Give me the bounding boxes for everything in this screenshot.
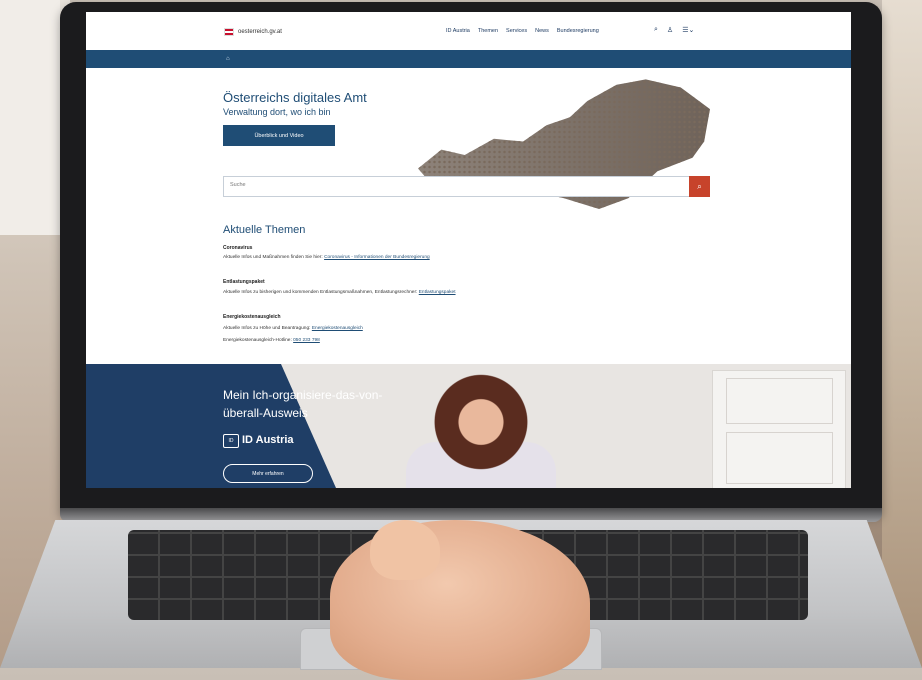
- user-icon[interactable]: ♙: [667, 26, 673, 34]
- laptop-screen: oesterreich.gv.at ID Austria Themen Serv…: [86, 12, 851, 488]
- id-austria-icon: ID: [223, 434, 239, 448]
- topic-link[interactable]: Coronavirus - Informationen der Bundesre…: [324, 255, 430, 260]
- site-logo[interactable]: oesterreich.gv.at: [224, 28, 282, 36]
- search-placeholder: Suche: [230, 182, 246, 188]
- topic-text: Energiekostenausgleich-Hotline: 050 233 …: [223, 338, 320, 343]
- door-panel: [726, 378, 833, 424]
- overview-video-button[interactable]: Überblick und Video: [223, 125, 335, 146]
- topic-heading: Entlastungspaket: [223, 279, 265, 285]
- topic-text: Aktuelle Infos zu Höhe und Beantragung: …: [223, 326, 363, 331]
- search-button[interactable]: ⌕: [689, 176, 710, 197]
- topic-link[interactable]: Energiekostenausgleich: [312, 326, 363, 331]
- topic-heading: Coronavirus: [223, 245, 253, 251]
- door-panel: [726, 432, 833, 484]
- background-wall-right: [882, 0, 922, 668]
- search-icon[interactable]: ⌕: [654, 26, 658, 34]
- nav-themen[interactable]: Themen: [478, 28, 498, 34]
- search-icon: ⌕: [697, 181, 702, 191]
- topic-text: Aktuelle Infos zu bisherigen und kommend…: [223, 290, 456, 295]
- topic-heading: Energiekostenausgleich: [223, 314, 281, 320]
- header-icons: ⌕ ♙ ☰⌄: [654, 26, 694, 34]
- search-input[interactable]: [223, 176, 691, 197]
- user-finger: [370, 520, 440, 580]
- background-window: [0, 0, 60, 235]
- topics-title: Aktuelle Themen: [223, 224, 306, 236]
- nav-news[interactable]: News: [535, 28, 549, 34]
- topic-link[interactable]: Entlastungspaket: [419, 290, 456, 295]
- promo-logo-text: ID Austria: [242, 434, 294, 446]
- promo-person-image: [416, 368, 546, 488]
- nav-services[interactable]: Services: [506, 28, 527, 34]
- learn-more-button[interactable]: Mehr erfahren: [223, 464, 313, 483]
- main-nav: ID Austria Themen Services News Bundesre…: [446, 28, 599, 34]
- topic-link[interactable]: 050 233 798: [293, 338, 320, 343]
- austria-flag-icon: [224, 28, 234, 36]
- hero-title: Österreichs digitales Amt: [223, 90, 367, 105]
- topic-text: Aktuelle Infos und Maßnahmen finden Sie …: [223, 255, 430, 260]
- breadcrumb-bar: [86, 50, 851, 68]
- logo-text: oesterreich.gv.at: [238, 29, 282, 35]
- user-hand: [330, 520, 590, 680]
- hero-subtitle: Verwaltung dort, wo ich bin: [223, 107, 331, 117]
- promo-title: Mein Ich-organisiere-das-von-überall-Aus…: [223, 388, 383, 420]
- nav-id-austria[interactable]: ID Austria: [446, 28, 470, 34]
- nav-bundesregierung[interactable]: Bundesregierung: [557, 28, 599, 34]
- menu-icon[interactable]: ☰⌄: [682, 26, 694, 34]
- home-icon[interactable]: ⌂: [226, 56, 230, 62]
